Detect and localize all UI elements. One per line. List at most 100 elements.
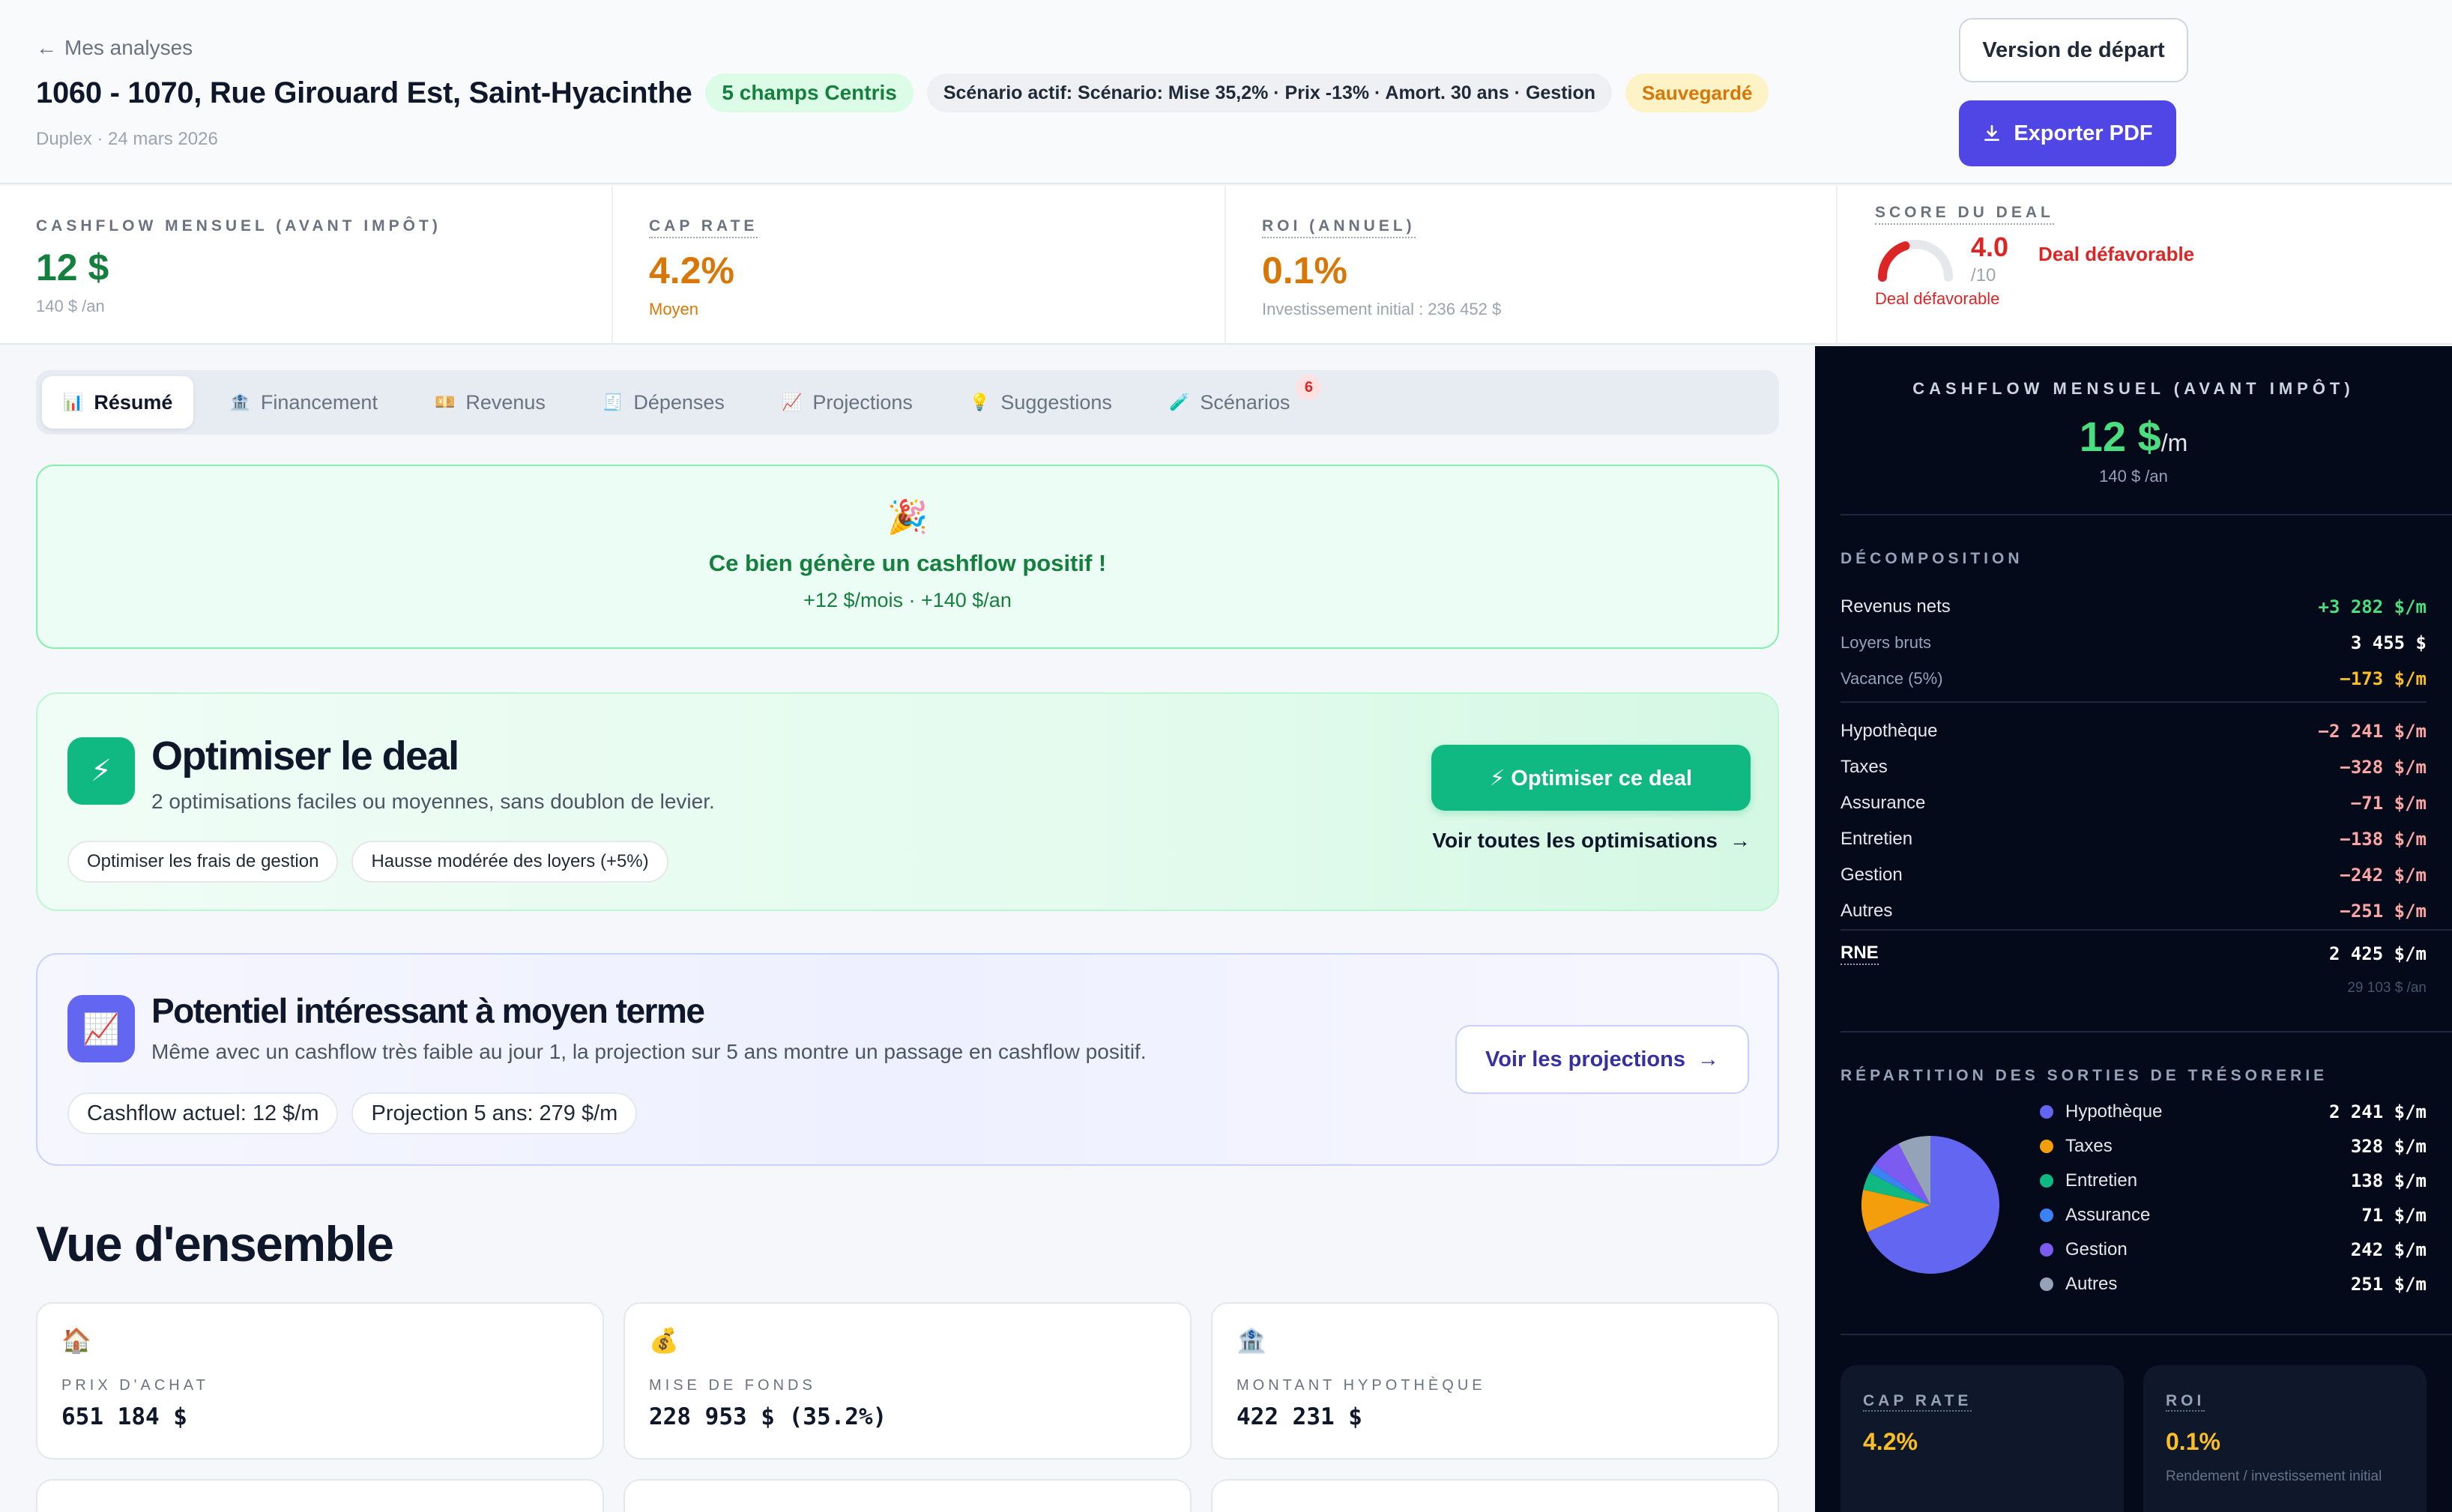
legend-label: Gestion	[2065, 1239, 2128, 1260]
legend-value: 71 $/m	[2361, 1205, 2427, 1226]
tab-icon: 🏦	[229, 393, 250, 411]
arrow-left-icon: ←	[36, 36, 57, 59]
tab-resume[interactable]: 📊 Résumé	[42, 376, 194, 429]
divider	[1840, 514, 2452, 515]
tab-label: Scénarios	[1200, 390, 1290, 414]
export-pdf-button[interactable]: Exporter PDF	[1959, 100, 2176, 166]
banner-subtitle: +12 $/mois · +140 $/an	[803, 589, 1012, 611]
saved-badge: Sauvegardé	[1625, 73, 1769, 112]
tab-financement[interactable]: 🏦 Financement	[208, 376, 399, 429]
kpi-cap-rate-value: 4.2%	[649, 250, 734, 291]
decomposition-key: Loyers bruts	[1840, 633, 1932, 652]
decomposition-row: Hypothèque −2 241 $/m	[1840, 721, 2427, 742]
kpi-cap-rate-label[interactable]: CAP RATE	[649, 217, 758, 238]
kpi-cashflow-sub: 140 $ /an	[36, 297, 105, 315]
decomposition-value: 3 455 $	[2350, 632, 2427, 653]
stat-label: MONTANT HYPOTHÈQUE	[1236, 1377, 1486, 1394]
stat-card-down-payment: 💰 MISE DE FONDS 228 953 $ (35.2%)	[623, 1302, 1192, 1460]
mini-card-cap-rate: CAP RATE 4.2%	[1840, 1365, 2124, 1512]
view-projections-button[interactable]: Voir les projections →	[1455, 1025, 1749, 1094]
rne-value: 2 425 $/m	[2328, 943, 2427, 964]
tab-icon: 💴	[434, 393, 456, 411]
mini-roi-value: 0.1%	[2166, 1428, 2220, 1455]
kpi-roi-label[interactable]: ROI (ANNUEL)	[1262, 217, 1416, 238]
page-title: 1060 - 1070, Rue Girouard Est, Saint-Hya…	[36, 76, 692, 109]
tab-revenus[interactable]: 💴 Revenus	[414, 376, 567, 429]
tab-icon: 💡	[969, 393, 991, 411]
stat-value: 228 953 $ (35.2%)	[649, 1403, 887, 1430]
decomposition-key: Revenus nets	[1840, 596, 1951, 617]
optimize-description: 2 optimisations faciles ou moyennes, san…	[151, 790, 715, 813]
legend-label: Taxes	[2065, 1136, 2113, 1156]
tab-depenses[interactable]: 🧾 Dépenses	[582, 376, 746, 429]
potential-chip: Projection 5 ans: 279 $/m	[351, 1092, 638, 1134]
stat-card-partial	[36, 1479, 604, 1512]
score-gauge-fill	[1878, 241, 1910, 282]
legend-value: 2 241 $/m	[2328, 1101, 2427, 1122]
chart-up-icon: 📈	[67, 995, 135, 1062]
lightning-icon: ⚡	[67, 737, 135, 805]
decomposition-key: Autres	[1840, 901, 1893, 921]
tab-label: Financement	[260, 390, 378, 414]
money-bag-icon: 💰	[649, 1327, 679, 1354]
deal-score: SCORE DU DEAL 4.0 /10 Deal défavorable D…	[1838, 186, 2452, 345]
legend-row: Entretien 138 $/m	[2040, 1170, 2427, 1191]
legend-value: 138 $/m	[2350, 1170, 2427, 1191]
sidebar-cashflow-value: 12 $/m	[1815, 412, 2452, 461]
rne-label[interactable]: RNE	[1840, 943, 1879, 965]
legend-name: Gestion	[2040, 1239, 2128, 1260]
legend-value: 328 $/m	[2350, 1136, 2427, 1157]
legend-dot	[2040, 1243, 2053, 1257]
sidebar-cashflow-amount: 12 $	[2079, 413, 2161, 460]
kpi-cashflow: CASHFLOW MENSUEL (AVANT IMPÔT) 12 $ 140 …	[0, 186, 613, 345]
mini-cap-label[interactable]: CAP RATE	[1863, 1392, 1972, 1412]
stat-card-purchase-price: 🏠 PRIX D'ACHAT 651 184 $	[36, 1302, 604, 1460]
stat-card-partial	[1211, 1479, 1779, 1512]
decomposition-key: Gestion	[1840, 865, 1903, 885]
download-icon	[1984, 124, 2000, 142]
decomposition-value: −173 $/m	[2340, 668, 2427, 689]
tab-icon: 📊	[63, 393, 84, 411]
stat-label: MISE DE FONDS	[649, 1377, 816, 1394]
legend-name: Assurance	[2040, 1205, 2150, 1226]
legend-dot	[2040, 1140, 2053, 1153]
deal-score-row: 4.0 /10 Deal défavorable	[1875, 234, 2415, 286]
kpi-strip: CASHFLOW MENSUEL (AVANT IMPÔT) 12 $ 140 …	[0, 186, 2452, 345]
sidebar-cashflow-unit: /m	[2160, 429, 2188, 456]
mini-roi-label[interactable]: ROI	[2166, 1392, 2205, 1412]
legend-dot	[2040, 1105, 2053, 1119]
decomposition-row: Revenus nets +3 282 $/m	[1840, 596, 2427, 617]
legend-name: Entretien	[2040, 1170, 2137, 1191]
mini-card-roi: ROI 0.1% Rendement / investissement init…	[2143, 1365, 2427, 1512]
tab-suggestions[interactable]: 💡 Suggestions	[949, 376, 1133, 429]
divider	[1840, 1334, 2452, 1335]
back-link[interactable]: ← Mes analyses	[36, 36, 193, 60]
all-optimizations-label: Voir toutes les optimisations	[1432, 829, 1718, 852]
deal-score-label[interactable]: SCORE DU DEAL	[1875, 204, 2054, 225]
optimize-card: ⚡ Optimiser le deal 2 optimisations faci…	[36, 692, 1779, 911]
rne-row: RNE 2 425 $/m	[1840, 943, 2427, 965]
score-footnote: Deal défavorable	[1875, 289, 2000, 308]
optimize-chip[interactable]: Hausse modérée des loyers (+5%)	[351, 841, 668, 883]
version-button[interactable]: Version de départ	[1959, 18, 2188, 82]
repartition-label: RÉPARTITION DES SORTIES DE TRÉSORERIE	[1840, 1067, 2328, 1084]
tab-scenarios[interactable]: 🧪 Scénarios 6	[1148, 375, 1322, 429]
party-icon: 🎉	[887, 499, 928, 536]
cashflow-sidebar: CASHFLOW MENSUEL (AVANT IMPÔT) 12 $/m 14…	[1815, 346, 2452, 1512]
optimize-chip[interactable]: Optimiser les frais de gestion	[67, 841, 339, 883]
score-number-block: 4.0 /10	[1971, 234, 2008, 286]
decomposition-row: Autres −251 $/m	[1840, 901, 2427, 922]
optimize-deal-button[interactable]: ⚡ Optimiser ce deal	[1431, 745, 1751, 811]
legend-dot	[2040, 1209, 2053, 1222]
sidebar-cashflow-label: CASHFLOW MENSUEL (AVANT IMPÔT)	[1912, 379, 2355, 398]
stat-value: 651 184 $	[61, 1403, 187, 1430]
potential-chip: Cashflow actuel: 12 $/m	[67, 1092, 339, 1134]
all-optimizations-link[interactable]: Voir toutes les optimisations →	[1431, 829, 1751, 853]
tab-projections[interactable]: 📈 Projections	[761, 376, 934, 429]
kpi-cap-rate-sub: Moyen	[649, 300, 699, 318]
tab-label: Résumé	[94, 390, 173, 414]
legend-label: Entretien	[2065, 1170, 2138, 1191]
bank-icon: 🏦	[1236, 1327, 1266, 1354]
divider	[1840, 701, 2427, 703]
decomposition-value: −251 $/m	[2340, 901, 2427, 922]
